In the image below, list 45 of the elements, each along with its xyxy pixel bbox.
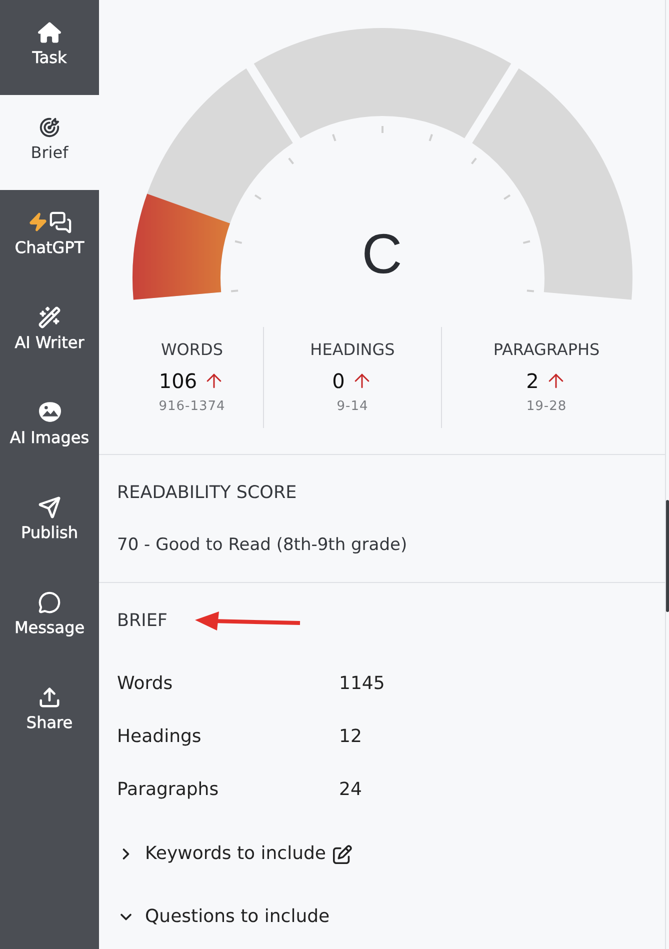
stat-range: 916-1374 bbox=[158, 398, 226, 416]
stat-range: 9-14 bbox=[336, 398, 368, 416]
stat-value: 106 bbox=[158, 368, 198, 394]
stat-label: PARAGRAPHS bbox=[493, 340, 600, 360]
tick-mark bbox=[522, 240, 530, 244]
left-arrow-icon bbox=[195, 611, 302, 631]
upload-icon bbox=[38, 686, 61, 708]
tick-mark bbox=[470, 158, 477, 164]
brief-label: Paragraphs bbox=[117, 779, 219, 801]
tick-mark bbox=[332, 134, 336, 142]
section-toggle[interactable]: Keywords to include bbox=[117, 843, 326, 865]
speech-bubble-icon bbox=[38, 590, 61, 614]
tick-mark bbox=[288, 158, 294, 164]
image-icon bbox=[38, 402, 60, 422]
bolt-icon bbox=[28, 212, 48, 232]
scrollbar-thumb[interactable] bbox=[666, 500, 669, 612]
stat-value: 0 bbox=[332, 368, 345, 394]
brief-label: Words bbox=[117, 673, 173, 695]
tick-mark bbox=[231, 290, 238, 292]
chat-icon bbox=[48, 210, 72, 234]
brief-value: 12 bbox=[339, 726, 362, 748]
tick-mark bbox=[526, 290, 534, 292]
paper-plane-icon bbox=[38, 496, 61, 518]
brief-label: Headings bbox=[117, 726, 202, 748]
brief-value: 24 bbox=[339, 779, 362, 801]
tick-mark bbox=[254, 194, 262, 200]
edit-icon[interactable] bbox=[332, 844, 352, 864]
brief-value: 1145 bbox=[339, 673, 385, 695]
stat-label: HEADINGS bbox=[310, 340, 395, 360]
target-icon bbox=[38, 116, 61, 138]
tick-mark bbox=[504, 194, 511, 200]
tick-mark bbox=[382, 126, 384, 133]
stat-label: WORDS bbox=[160, 340, 223, 360]
sidebar-tab[interactable]: Brief bbox=[0, 95, 99, 190]
stat-value: 2 bbox=[526, 368, 539, 394]
stat-range: 19-28 bbox=[526, 398, 567, 416]
readability-text: 70 - Good to Read (8th-9th grade) bbox=[117, 534, 408, 556]
grade-letter: C bbox=[362, 226, 402, 282]
magic-wand-icon bbox=[38, 306, 61, 328]
section-title: BRIEF bbox=[117, 610, 168, 632]
home-icon bbox=[38, 20, 61, 44]
section-title: READABILITY SCORE bbox=[117, 483, 297, 503]
tick-mark bbox=[428, 134, 433, 142]
tick-mark bbox=[234, 240, 242, 244]
section-toggle[interactable]: Questions to include bbox=[117, 906, 330, 928]
